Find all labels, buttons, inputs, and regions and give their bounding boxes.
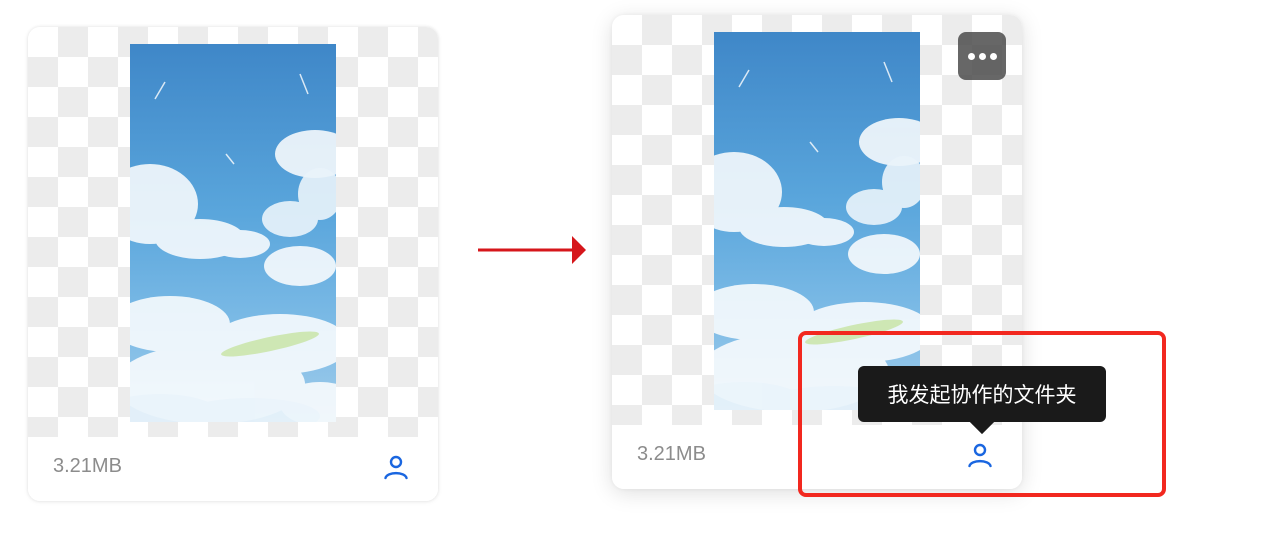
arrow-right-icon [478,236,586,264]
card-footer: 3.21MB [28,437,438,501]
file-size-label: 3.21MB [53,455,122,477]
more-options-button[interactable] [958,32,1006,80]
highlight-box [798,331,1166,497]
user-icon[interactable] [382,453,410,481]
comparison-canvas: 3.21MB 3.21MB 我发起协作的文件夹 [0,0,1262,536]
file-card-default[interactable]: 3.21MB [28,27,438,501]
sky-clouds-image [130,44,336,422]
more-horizontal-icon [967,52,975,60]
more-dot [989,52,997,60]
more-dot [978,52,986,60]
file-size-label: 3.21MB [637,443,706,465]
